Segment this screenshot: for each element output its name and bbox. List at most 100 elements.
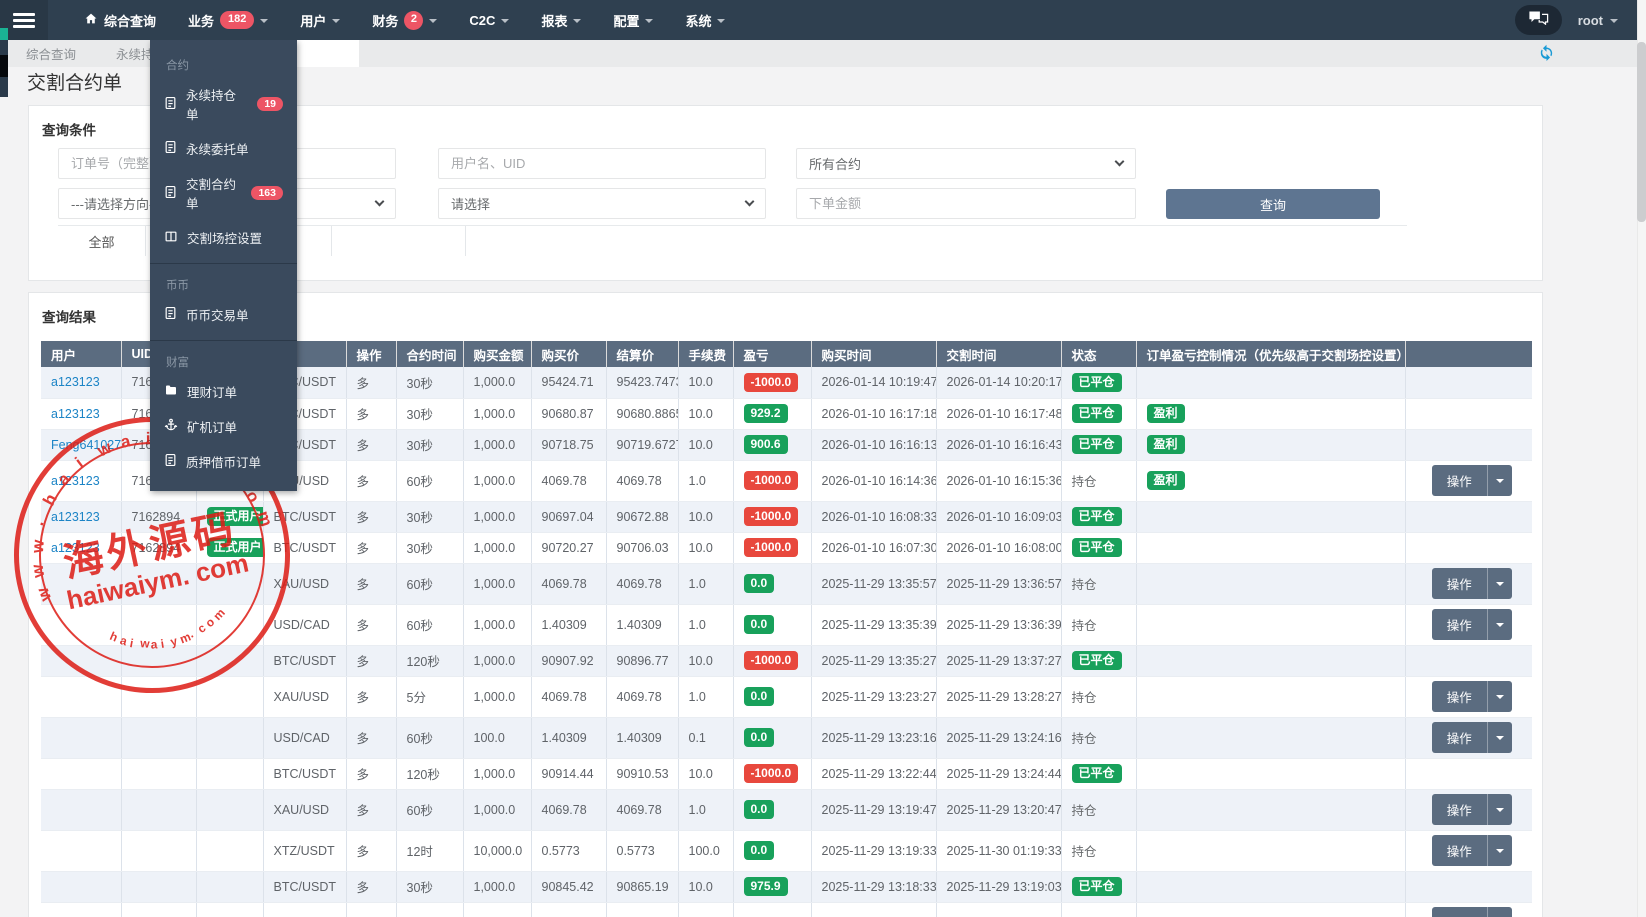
cell-settle-time: 2025-11-29 13:19:03 xyxy=(936,871,1061,902)
user-link[interactable]: a123123 xyxy=(51,541,100,555)
cell-settle-time: 2026-01-10 16:17:48 xyxy=(936,398,1061,429)
cell-duration: 120秒 xyxy=(396,758,463,789)
action-button-label[interactable]: 操作 xyxy=(1432,609,1487,640)
cell-settle-price: 90910.53 xyxy=(606,758,678,789)
action-button-label[interactable]: 操作 xyxy=(1432,681,1487,712)
filter-tab[interactable] xyxy=(332,226,466,256)
user-link[interactable]: a123123 xyxy=(51,407,100,421)
action-dropdown-toggle[interactable] xyxy=(1487,907,1512,917)
nav-item-配置[interactable]: 配置 xyxy=(613,11,653,30)
cell-amount: 1,000.0 xyxy=(463,398,531,429)
pnl-badge: 0.0 xyxy=(744,800,775,819)
action-dropdown-toggle[interactable] xyxy=(1487,835,1512,866)
action-dropdown-toggle[interactable] xyxy=(1487,794,1512,825)
cell-direction: 多 xyxy=(346,563,396,604)
cell-user xyxy=(41,676,121,717)
pnl-badge: 975.9 xyxy=(744,877,788,896)
nav-item-系统[interactable]: 系统 xyxy=(685,11,725,30)
cell-status: 持仓 xyxy=(1061,563,1136,604)
action-dropdown-toggle[interactable] xyxy=(1487,722,1512,753)
nav-item-业务[interactable]: 业务182 xyxy=(188,11,268,30)
row-action-button[interactable]: 操作 xyxy=(1432,794,1512,825)
cell-direction: 多 xyxy=(346,758,396,789)
cell-user: a123123 xyxy=(41,501,121,532)
cell-pnl: 0.0 xyxy=(733,789,811,830)
menu-section-币币: 币币币币交易单 xyxy=(150,263,297,332)
chevron-down-icon xyxy=(332,19,340,23)
column-header: 状态 xyxy=(1061,341,1136,367)
action-button-label[interactable]: 操作 xyxy=(1432,907,1487,917)
action-button-label[interactable]: 操作 xyxy=(1432,465,1487,496)
action-button-label[interactable]: 操作 xyxy=(1432,835,1487,866)
row-action-button[interactable]: 操作 xyxy=(1432,609,1512,640)
nav-item-财务[interactable]: 财务2 xyxy=(372,11,437,30)
pnl-badge: -1000.0 xyxy=(744,538,799,557)
cell-settle-price: 90896.77 xyxy=(606,645,678,676)
cell-buy-time: 2026-01-14 10:19:47 xyxy=(811,367,936,398)
action-dropdown-toggle[interactable] xyxy=(1487,681,1512,712)
pnl-badge: -1000.0 xyxy=(744,373,799,392)
cell-buy-price: 90718.75 xyxy=(531,429,606,460)
cell-pnl-control: 盈利 xyxy=(1136,398,1405,429)
menu-item-label: 永续持仓单 xyxy=(186,85,245,123)
menu-item-永续持仓单[interactable]: 永续持仓单19 xyxy=(150,77,297,131)
menu-section-合约: 合约永续持仓单19永续委托单交割合约单163交割场控设置 xyxy=(150,44,297,255)
menu-item-理财订单[interactable]: 理财订单 xyxy=(150,374,297,409)
columns-icon xyxy=(164,230,178,246)
menu-item-矿机订单[interactable]: 矿机订单 xyxy=(150,409,297,444)
menu-item-币币交易单[interactable]: 币币交易单 xyxy=(150,297,297,332)
refresh-icon[interactable] xyxy=(1538,44,1555,66)
query-button[interactable]: 查询 xyxy=(1166,189,1380,219)
user-link[interactable]: a123123 xyxy=(51,375,100,389)
row-action-button[interactable]: 操作 xyxy=(1432,835,1512,866)
user-link[interactable]: a123123 xyxy=(51,510,100,524)
action-button-label[interactable]: 操作 xyxy=(1432,568,1487,599)
filter-tab-all[interactable]: 全部 xyxy=(58,226,146,256)
menu-item-交割场控设置[interactable]: 交割场控设置 xyxy=(150,220,297,255)
action-dropdown-toggle[interactable] xyxy=(1487,568,1512,599)
cell-pnl: 929.2 xyxy=(733,398,811,429)
user-search-input[interactable] xyxy=(438,148,766,179)
action-button-label[interactable]: 操作 xyxy=(1432,794,1487,825)
menu-item-质押借币订单[interactable]: 质押借币订单 xyxy=(150,444,297,479)
cell-fee: 1.0 xyxy=(678,460,733,501)
cell-amount: 100.0 xyxy=(463,717,531,758)
action-button-label[interactable]: 操作 xyxy=(1432,722,1487,753)
nav-item-C2C[interactable]: C2C xyxy=(469,13,509,28)
pnl-badge: 0.0 xyxy=(744,841,775,860)
user-type-badge: 正式用户 xyxy=(207,507,264,526)
row-action-button[interactable]: 操作 xyxy=(1432,907,1512,917)
cell-actions: 操作 xyxy=(1405,604,1532,645)
cell-pnl: -1000.0 xyxy=(733,460,811,501)
nav-item-综合查询[interactable]: 综合查询 xyxy=(84,11,156,30)
menu-item-交割合约单[interactable]: 交割合约单163 xyxy=(150,166,297,220)
cell-pair: XTZ/USDT xyxy=(263,830,346,871)
messages-button[interactable] xyxy=(1515,5,1562,35)
status-badge: 已平仓 xyxy=(1072,538,1122,557)
cell-buy-time: 2025-11-29 13:19:33 xyxy=(811,830,936,871)
chat-icon xyxy=(1528,10,1549,30)
contract-select[interactable]: 所有合约 xyxy=(796,148,1136,179)
cell-duration: 120秒 xyxy=(396,645,463,676)
cell-settle-price: 90672.88 xyxy=(606,501,678,532)
user-menu[interactable]: root xyxy=(1578,13,1618,28)
action-dropdown-toggle[interactable] xyxy=(1487,609,1512,640)
menu-item-永续委托单[interactable]: 永续委托单 xyxy=(150,131,297,166)
user-link[interactable]: Feng641027 xyxy=(51,438,121,452)
tab-综合查询[interactable]: 综合查询 xyxy=(0,40,96,67)
nav-item-用户[interactable]: 用户 xyxy=(300,11,340,30)
cell-direction: 多 xyxy=(346,604,396,645)
row-action-button[interactable]: 操作 xyxy=(1432,722,1512,753)
row-action-button[interactable]: 操作 xyxy=(1432,568,1512,599)
amount-input[interactable] xyxy=(796,188,1136,219)
table-row: USD/CAD多60秒1,000.01.403091.403091.00.020… xyxy=(41,604,1532,645)
nav-item-报表[interactable]: 报表 xyxy=(541,11,581,30)
page-scrollbar[interactable] xyxy=(1637,0,1646,917)
scrollbar-thumb[interactable] xyxy=(1637,42,1646,222)
status-select[interactable]: 请选择 xyxy=(438,188,766,219)
cell-direction: 多 xyxy=(346,460,396,501)
row-action-button[interactable]: 操作 xyxy=(1432,681,1512,712)
row-action-button[interactable]: 操作 xyxy=(1432,465,1512,496)
action-dropdown-toggle[interactable] xyxy=(1487,465,1512,496)
user-link[interactable]: a123123 xyxy=(51,474,100,488)
